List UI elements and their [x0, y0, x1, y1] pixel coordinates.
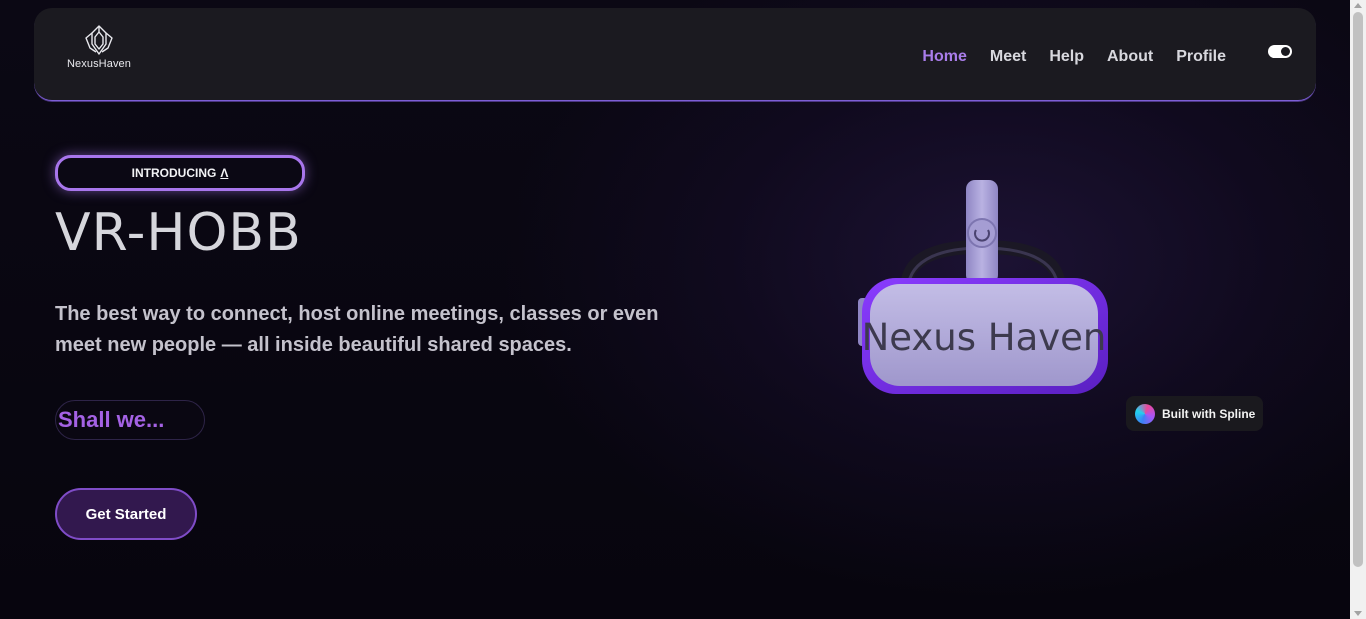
scroll-up-arrow-icon[interactable]	[1354, 3, 1362, 8]
main-nav: Home Meet Help About Profile	[922, 48, 1226, 66]
nav-profile[interactable]: Profile	[1176, 48, 1226, 66]
nav-help[interactable]: Help	[1049, 48, 1084, 66]
nav-home[interactable]: Home	[922, 48, 966, 66]
scrollbar-thumb[interactable]	[1353, 12, 1363, 567]
toggle-knob	[1281, 47, 1290, 56]
spline-badge-label: Built with Spline	[1162, 406, 1256, 421]
lambda-symbol: Λ	[220, 166, 229, 180]
nav-about[interactable]: About	[1107, 48, 1153, 66]
brand-name: NexusHaven	[67, 58, 131, 70]
introducing-badge: INTRODUCING Λ	[55, 155, 305, 191]
scroll-down-arrow-icon[interactable]	[1354, 611, 1362, 616]
theme-toggle[interactable]	[1268, 45, 1292, 58]
brand-logo[interactable]: NexusHaven	[64, 24, 134, 70]
vr-headset-3d-model[interactable]: Nexus Haven	[852, 178, 1114, 400]
hero-title: VR-HOBB	[55, 203, 302, 263]
nav-meet[interactable]: Meet	[990, 48, 1026, 66]
typing-text: Shall we...	[58, 407, 165, 432]
page: NexusHaven Home Meet Help About Profile …	[0, 0, 1350, 619]
get-started-button[interactable]: Get Started	[55, 488, 197, 540]
badge-label: INTRODUCING	[131, 166, 217, 180]
vertical-scrollbar[interactable]	[1350, 0, 1366, 619]
navbar: NexusHaven Home Meet Help About Profile	[34, 8, 1316, 101]
hero-subtitle: The best way to connect, host online mee…	[55, 303, 659, 356]
typing-text-pill: Shall we...	[55, 400, 205, 440]
nexus-haven-logo-icon	[64, 24, 134, 56]
spline-logo-icon	[1135, 403, 1155, 424]
built-with-spline-badge[interactable]: Built with Spline	[1126, 396, 1263, 431]
headset-label: Nexus Haven	[862, 316, 1107, 359]
